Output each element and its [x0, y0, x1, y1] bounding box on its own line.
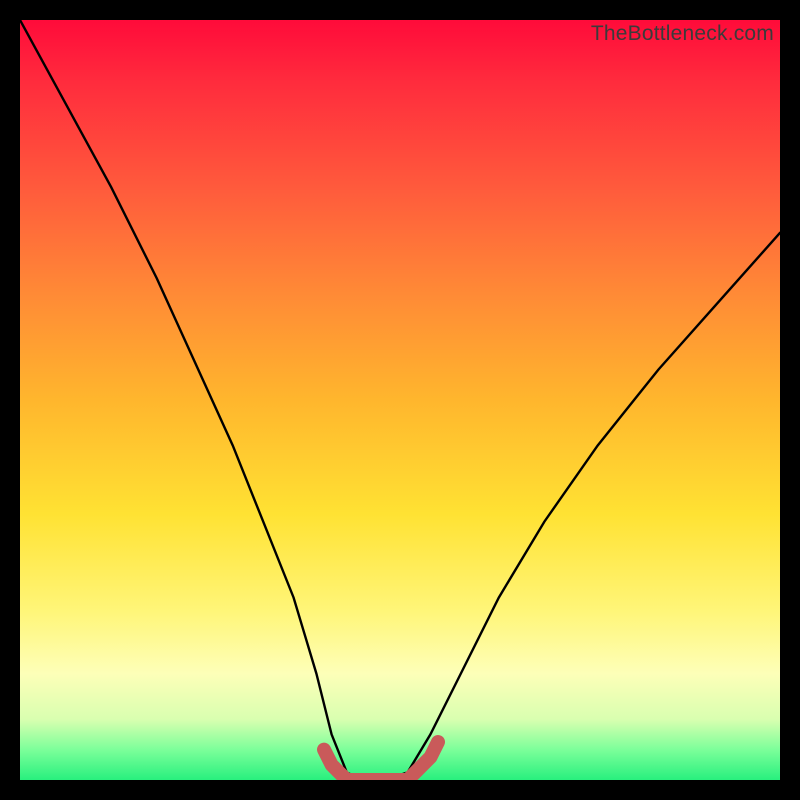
watermark-text: TheBottleneck.com: [591, 22, 774, 46]
gradient-plot-area: TheBottleneck.com: [20, 20, 780, 780]
chart-frame: TheBottleneck.com: [0, 0, 800, 800]
bottleneck-curve-path: [20, 20, 780, 780]
curve-layer: [20, 20, 780, 780]
